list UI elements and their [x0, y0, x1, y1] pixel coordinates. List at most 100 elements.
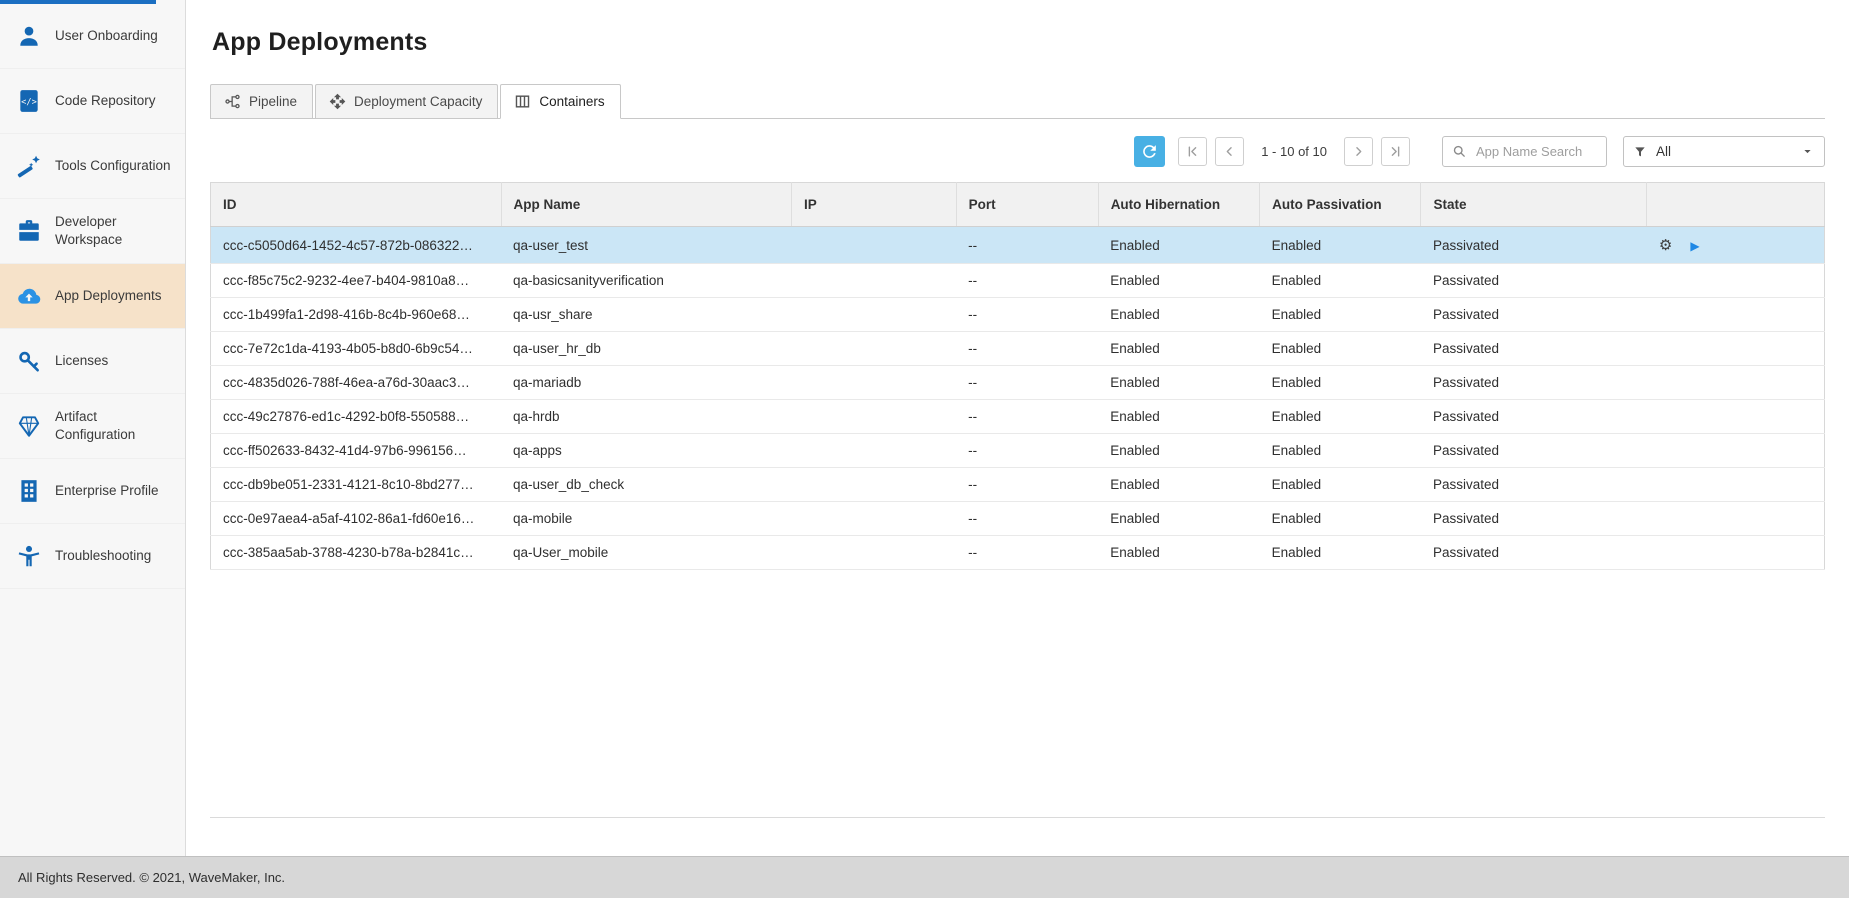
- cell-ip: [792, 536, 957, 570]
- sidebar-item-developer-workspace[interactable]: Developer Workspace: [0, 199, 185, 264]
- pagination-label: 1 - 10 of 10: [1261, 144, 1327, 159]
- cell-state: Passivated: [1421, 366, 1647, 400]
- pagination-controls: 1 - 10 of 10: [1178, 137, 1410, 166]
- sidebar-item-tools-configuration[interactable]: Tools Configuration: [0, 134, 185, 199]
- table-row[interactable]: ccc-ff502633-8432-41d4-97b6-996156…qa-ap…: [211, 434, 1825, 468]
- table-row[interactable]: ccc-385aa5ab-3788-4230-b78a-b2841c…qa-Us…: [211, 536, 1825, 570]
- pipeline-icon: [224, 93, 241, 110]
- table-row[interactable]: ccc-49c27876-ed1c-4292-b0f8-550588…qa-hr…: [211, 400, 1825, 434]
- cell-auto-hibernation: Enabled: [1098, 536, 1259, 570]
- cloud-upload-icon: [16, 283, 42, 309]
- column-header-auto-passivation: Auto Passivation: [1260, 183, 1421, 227]
- cell-auto-hibernation: Enabled: [1098, 400, 1259, 434]
- table-row[interactable]: ccc-f85c75c2-9232-4ee7-b404-9810a8…qa-ba…: [211, 264, 1825, 298]
- sidebar-item-label: Licenses: [55, 352, 108, 370]
- filter-select[interactable]: All: [1623, 136, 1825, 167]
- column-header-port: Port: [956, 183, 1098, 227]
- table-row[interactable]: ccc-7e72c1da-4193-4b05-b8d0-6b9c54…qa-us…: [211, 332, 1825, 366]
- play-icon[interactable]: ▶: [1690, 239, 1699, 253]
- cell-app-name: qa-user_test: [501, 227, 792, 264]
- svg-text:</>: </>: [21, 97, 37, 107]
- cell-id: ccc-db9be051-2331-4121-8c10-8bd277…: [211, 468, 502, 502]
- cell-actions: [1647, 298, 1825, 332]
- sidebar-item-troubleshooting[interactable]: Troubleshooting: [0, 524, 185, 589]
- cell-app-name: qa-apps: [501, 434, 792, 468]
- cell-auto-hibernation: Enabled: [1098, 502, 1259, 536]
- next-page-icon: [1351, 144, 1366, 159]
- sidebar-item-app-deployments[interactable]: App Deployments: [0, 264, 185, 329]
- table-row[interactable]: ccc-c5050d64-1452-4c57-872b-086322…qa-us…: [211, 227, 1825, 264]
- cell-id: ccc-f85c75c2-9232-4ee7-b404-9810a8…: [211, 264, 502, 298]
- cell-ip: [792, 227, 957, 264]
- key-icon: [16, 348, 42, 374]
- cell-port: --: [956, 298, 1098, 332]
- cell-ip: [792, 502, 957, 536]
- prev-page-button[interactable]: [1215, 137, 1244, 166]
- cell-ip: [792, 264, 957, 298]
- search-input[interactable]: [1474, 143, 1597, 160]
- cell-port: --: [956, 264, 1098, 298]
- footer: All Rights Reserved. © 2021, WaveMaker, …: [0, 856, 1849, 898]
- cell-actions: [1647, 468, 1825, 502]
- next-page-button[interactable]: [1344, 137, 1373, 166]
- cell-auto-passivation: Enabled: [1260, 434, 1421, 468]
- sidebar-item-artifact-configuration[interactable]: Artifact Configuration: [0, 394, 185, 459]
- cell-state: Passivated: [1421, 332, 1647, 366]
- sidebar-item-licenses[interactable]: Licenses: [0, 329, 185, 394]
- tab-pipeline[interactable]: Pipeline: [210, 84, 313, 118]
- cell-ip: [792, 366, 957, 400]
- sidebar-item-user-onboarding[interactable]: User Onboarding: [0, 4, 185, 69]
- refresh-icon: [1140, 142, 1159, 161]
- sidebar-item-label: Tools Configuration: [55, 157, 171, 175]
- cell-id: ccc-1b499fa1-2d98-416b-8c4b-960e68…: [211, 298, 502, 332]
- tab-label: Pipeline: [249, 94, 297, 109]
- tab-label: Containers: [539, 94, 604, 109]
- cell-auto-passivation: Enabled: [1260, 264, 1421, 298]
- cell-auto-passivation: Enabled: [1260, 227, 1421, 264]
- column-header-id: ID: [211, 183, 502, 227]
- cell-port: --: [956, 502, 1098, 536]
- cell-ip: [792, 332, 957, 366]
- tabs-bar: Pipeline Deployment Capacity Containers: [210, 84, 1825, 119]
- sidebar-item-label: Code Repository: [55, 92, 156, 110]
- cell-auto-passivation: Enabled: [1260, 400, 1421, 434]
- cell-app-name: qa-User_mobile: [501, 536, 792, 570]
- column-header-auto-hibernation: Auto Hibernation: [1098, 183, 1259, 227]
- cell-app-name: qa-user_db_check: [501, 468, 792, 502]
- filter-funnel-icon: [1633, 145, 1647, 159]
- last-page-icon: [1388, 144, 1403, 159]
- cell-id: ccc-7e72c1da-4193-4b05-b8d0-6b9c54…: [211, 332, 502, 366]
- sidebar-item-enterprise-profile[interactable]: Enterprise Profile: [0, 459, 185, 524]
- last-page-button[interactable]: [1381, 137, 1410, 166]
- cell-auto-hibernation: Enabled: [1098, 366, 1259, 400]
- table-row[interactable]: ccc-db9be051-2331-4121-8c10-8bd277…qa-us…: [211, 468, 1825, 502]
- capacity-icon: [329, 93, 346, 110]
- settings-gear-icon[interactable]: ⚙: [1659, 237, 1672, 254]
- refresh-button[interactable]: [1134, 136, 1165, 167]
- cell-port: --: [956, 434, 1098, 468]
- sidebar-item-label: Artifact Configuration: [55, 408, 177, 444]
- cell-auto-hibernation: Enabled: [1098, 264, 1259, 298]
- tab-deployment-capacity[interactable]: Deployment Capacity: [315, 84, 498, 118]
- tab-containers[interactable]: Containers: [500, 84, 620, 119]
- first-page-button[interactable]: [1178, 137, 1207, 166]
- sidebar: User Onboarding </> Code Repository Tools C…: [0, 0, 186, 856]
- cell-actions: ⚙▶: [1647, 227, 1825, 264]
- column-header-actions: [1647, 183, 1825, 227]
- sidebar-nav: User Onboarding </> Code Repository Tools C…: [0, 4, 185, 589]
- cell-auto-passivation: Enabled: [1260, 366, 1421, 400]
- prev-page-icon: [1222, 144, 1237, 159]
- cell-actions: [1647, 434, 1825, 468]
- page-title: App Deployments: [212, 28, 1825, 57]
- cell-port: --: [956, 366, 1098, 400]
- cell-id: ccc-49c27876-ed1c-4292-b0f8-550588…: [211, 400, 502, 434]
- table-row[interactable]: ccc-1b499fa1-2d98-416b-8c4b-960e68…qa-us…: [211, 298, 1825, 332]
- sidebar-item-code-repository[interactable]: </> Code Repository: [0, 69, 185, 134]
- table-row[interactable]: ccc-4835d026-788f-46ea-a76d-30aac3…qa-ma…: [211, 366, 1825, 400]
- user-icon: [16, 23, 42, 49]
- workspace-icon: [16, 218, 42, 244]
- sidebar-item-label: Troubleshooting: [55, 547, 151, 565]
- table-row[interactable]: ccc-0e97aea4-a5af-4102-86a1-fd60e16…qa-m…: [211, 502, 1825, 536]
- cell-id: ccc-385aa5ab-3788-4230-b78a-b2841c…: [211, 536, 502, 570]
- cell-actions: [1647, 536, 1825, 570]
